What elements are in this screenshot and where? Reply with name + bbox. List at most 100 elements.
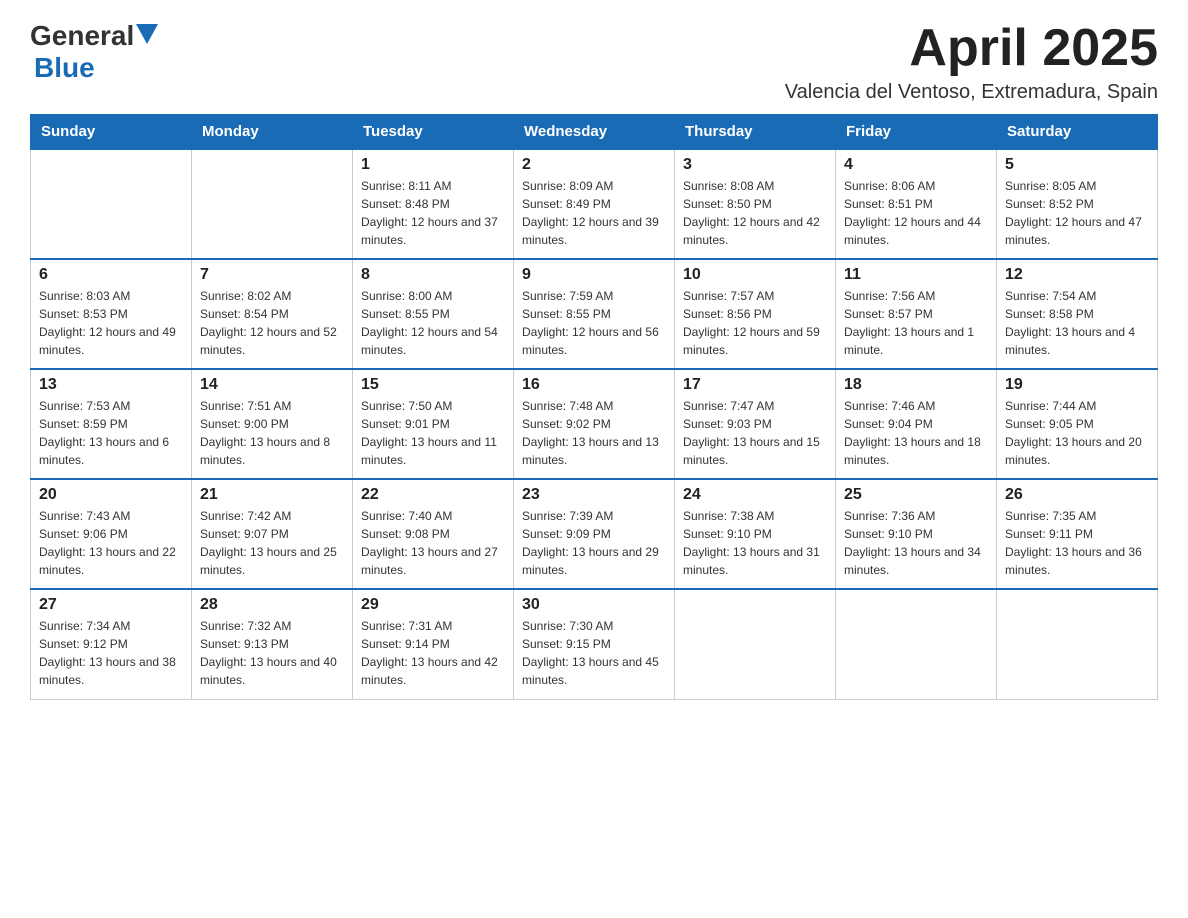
day-info: Sunrise: 7:34 AMSunset: 9:12 PMDaylight:… [39,617,183,689]
day-info: Sunrise: 7:38 AMSunset: 9:10 PMDaylight:… [683,507,827,579]
calendar-cell: 23 Sunrise: 7:39 AMSunset: 9:09 PMDayligh… [514,479,675,589]
calendar-week-5: 27 Sunrise: 7:34 AMSunset: 9:12 PMDayligh… [31,589,1158,699]
day-info: Sunrise: 7:54 AMSunset: 8:58 PMDaylight:… [1005,287,1149,359]
day-number: 3 [683,156,827,174]
day-number: 23 [522,486,666,504]
day-cell-content: 15Sunrise: 7:50 AMSunset: 9:01 PMDayligh… [361,376,505,469]
calendar-week-3: 13Sunrise: 7:53 AMSunset: 8:59 PMDayligh… [31,369,1158,479]
calendar-cell: 10Sunrise: 7:57 AMSunset: 8:56 PMDayligh… [675,259,836,369]
calendar-table: SundayMondayTuesdayWednesdayThursdayFrid… [30,114,1158,700]
day-number: 14 [200,376,344,394]
calendar-cell: 4Sunrise: 8:06 AMSunset: 8:51 PMDaylight… [836,149,997,259]
day-cell-content: 25 Sunrise: 7:36 AMSunset: 9:10 PMDayligh… [844,486,988,579]
calendar-cell: 24Sunrise: 7:38 AMSunset: 9:10 PMDayligh… [675,479,836,589]
day-info: Sunrise: 8:09 AMSunset: 8:49 PMDaylight:… [522,177,666,249]
logo-blue: Blue [34,52,95,83]
weekday-header-saturday: Saturday [997,115,1158,150]
calendar-cell: 13Sunrise: 7:53 AMSunset: 8:59 PMDayligh… [31,369,192,479]
day-number: 9 [522,266,666,284]
day-info: Sunrise: 7:42 AMSunset: 9:07 PMDaylight:… [200,507,344,579]
day-info: Sunrise: 7:40 AMSunset: 9:08 PMDaylight:… [361,507,505,579]
day-info: Sunrise: 8:06 AMSunset: 8:51 PMDaylight:… [844,177,988,249]
calendar-cell: 16Sunrise: 7:48 AMSunset: 9:02 PMDayligh… [514,369,675,479]
day-cell-content: 1Sunrise: 8:11 AMSunset: 8:48 PMDaylight… [361,156,505,249]
day-info: Sunrise: 7:39 AMSunset: 9:09 PMDaylight:… [522,507,666,579]
day-number: 11 [844,266,988,284]
day-info: Sunrise: 8:05 AMSunset: 8:52 PMDaylight:… [1005,177,1149,249]
month-title: April 2025 [785,20,1158,77]
calendar-cell [31,149,192,259]
calendar-cell: 27 Sunrise: 7:34 AMSunset: 9:12 PMDayligh… [31,589,192,699]
day-info: Sunrise: 7:48 AMSunset: 9:02 PMDaylight:… [522,397,666,469]
day-number: 22 [361,486,505,504]
weekday-header-friday: Friday [836,115,997,150]
day-info: Sunrise: 7:30 AMSunset: 9:15 PMDaylight:… [522,617,666,689]
day-number: 21 [200,486,344,504]
day-number: 17 [683,376,827,394]
day-info: Sunrise: 7:43 AMSunset: 9:06 PMDaylight:… [39,507,183,579]
day-cell-content: 8Sunrise: 8:00 AMSunset: 8:55 PMDaylight… [361,266,505,359]
weekday-header-wednesday: Wednesday [514,115,675,150]
day-cell-content: 28Sunrise: 7:32 AMSunset: 9:13 PMDayligh… [200,596,344,689]
day-cell-content: 6 Sunrise: 8:03 AMSunset: 8:53 PMDaylight… [39,266,183,359]
calendar-cell: 21 Sunrise: 7:42 AMSunset: 9:07 PMDayligh… [192,479,353,589]
day-info: Sunrise: 7:51 AMSunset: 9:00 PMDaylight:… [200,397,344,469]
calendar-cell [675,589,836,699]
day-info: Sunrise: 7:56 AMSunset: 8:57 PMDaylight:… [844,287,988,359]
day-number: 28 [200,596,344,614]
day-number: 10 [683,266,827,284]
calendar-cell: 26Sunrise: 7:35 AMSunset: 9:11 PMDayligh… [997,479,1158,589]
day-info: Sunrise: 7:36 AMSunset: 9:10 PMDaylight:… [844,507,988,579]
calendar-cell: 6 Sunrise: 8:03 AMSunset: 8:53 PMDaylight… [31,259,192,369]
logo: General Blue [30,20,158,84]
calendar-cell: 11 Sunrise: 7:56 AMSunset: 8:57 PMDayligh… [836,259,997,369]
calendar-cell: 20Sunrise: 7:43 AMSunset: 9:06 PMDayligh… [31,479,192,589]
calendar-cell: 8Sunrise: 8:00 AMSunset: 8:55 PMDaylight… [353,259,514,369]
day-cell-content: 11 Sunrise: 7:56 AMSunset: 8:57 PMDayligh… [844,266,988,359]
calendar-week-4: 20Sunrise: 7:43 AMSunset: 9:06 PMDayligh… [31,479,1158,589]
day-number: 25 [844,486,988,504]
day-number: 27 [39,596,183,614]
calendar-week-2: 6 Sunrise: 8:03 AMSunset: 8:53 PMDaylight… [31,259,1158,369]
day-cell-content: 18Sunrise: 7:46 AMSunset: 9:04 PMDayligh… [844,376,988,469]
day-info: Sunrise: 8:02 AMSunset: 8:54 PMDaylight:… [200,287,344,359]
calendar-cell: 7 Sunrise: 8:02 AMSunset: 8:54 PMDaylight… [192,259,353,369]
calendar-cell: 28Sunrise: 7:32 AMSunset: 9:13 PMDayligh… [192,589,353,699]
day-cell-content: 13Sunrise: 7:53 AMSunset: 8:59 PMDayligh… [39,376,183,469]
weekday-header-thursday: Thursday [675,115,836,150]
calendar-cell: 15Sunrise: 7:50 AMSunset: 9:01 PMDayligh… [353,369,514,479]
title-section: April 2025 Valencia del Ventoso, Extrema… [785,20,1158,104]
calendar-cell: 3 Sunrise: 8:08 AMSunset: 8:50 PMDaylight… [675,149,836,259]
calendar-cell: 30Sunrise: 7:30 AMSunset: 9:15 PMDayligh… [514,589,675,699]
day-cell-content: 9Sunrise: 7:59 AMSunset: 8:55 PMDaylight… [522,266,666,359]
weekday-header-monday: Monday [192,115,353,150]
day-number: 1 [361,156,505,174]
day-cell-content: 10Sunrise: 7:57 AMSunset: 8:56 PMDayligh… [683,266,827,359]
day-cell-content: 17Sunrise: 7:47 AMSunset: 9:03 PMDayligh… [683,376,827,469]
day-cell-content: 24Sunrise: 7:38 AMSunset: 9:10 PMDayligh… [683,486,827,579]
day-number: 18 [844,376,988,394]
page-header: General Blue April 2025 Valencia del Ven… [30,20,1158,104]
day-cell-content: 19Sunrise: 7:44 AMSunset: 9:05 PMDayligh… [1005,376,1149,469]
day-cell-content: 27 Sunrise: 7:34 AMSunset: 9:12 PMDayligh… [39,596,183,689]
day-cell-content: 20Sunrise: 7:43 AMSunset: 9:06 PMDayligh… [39,486,183,579]
day-cell-content: 5Sunrise: 8:05 AMSunset: 8:52 PMDaylight… [1005,156,1149,249]
calendar-cell: 19Sunrise: 7:44 AMSunset: 9:05 PMDayligh… [997,369,1158,479]
day-number: 6 [39,266,183,284]
day-cell-content: 14 Sunrise: 7:51 AMSunset: 9:00 PMDayligh… [200,376,344,469]
day-cell-content: 26Sunrise: 7:35 AMSunset: 9:11 PMDayligh… [1005,486,1149,579]
day-number: 19 [1005,376,1149,394]
day-number: 7 [200,266,344,284]
day-cell-content: 2Sunrise: 8:09 AMSunset: 8:49 PMDaylight… [522,156,666,249]
day-number: 15 [361,376,505,394]
calendar-cell [836,589,997,699]
day-info: Sunrise: 8:08 AMSunset: 8:50 PMDaylight:… [683,177,827,249]
calendar-cell: 14 Sunrise: 7:51 AMSunset: 9:00 PMDayligh… [192,369,353,479]
day-cell-content: 16Sunrise: 7:48 AMSunset: 9:02 PMDayligh… [522,376,666,469]
logo-general: General [30,20,134,52]
calendar-cell: 29Sunrise: 7:31 AMSunset: 9:14 PMDayligh… [353,589,514,699]
day-cell-content: 12 Sunrise: 7:54 AMSunset: 8:58 PMDayligh… [1005,266,1149,359]
day-number: 12 [1005,266,1149,284]
day-number: 26 [1005,486,1149,504]
day-info: Sunrise: 8:03 AMSunset: 8:53 PMDaylight:… [39,287,183,359]
